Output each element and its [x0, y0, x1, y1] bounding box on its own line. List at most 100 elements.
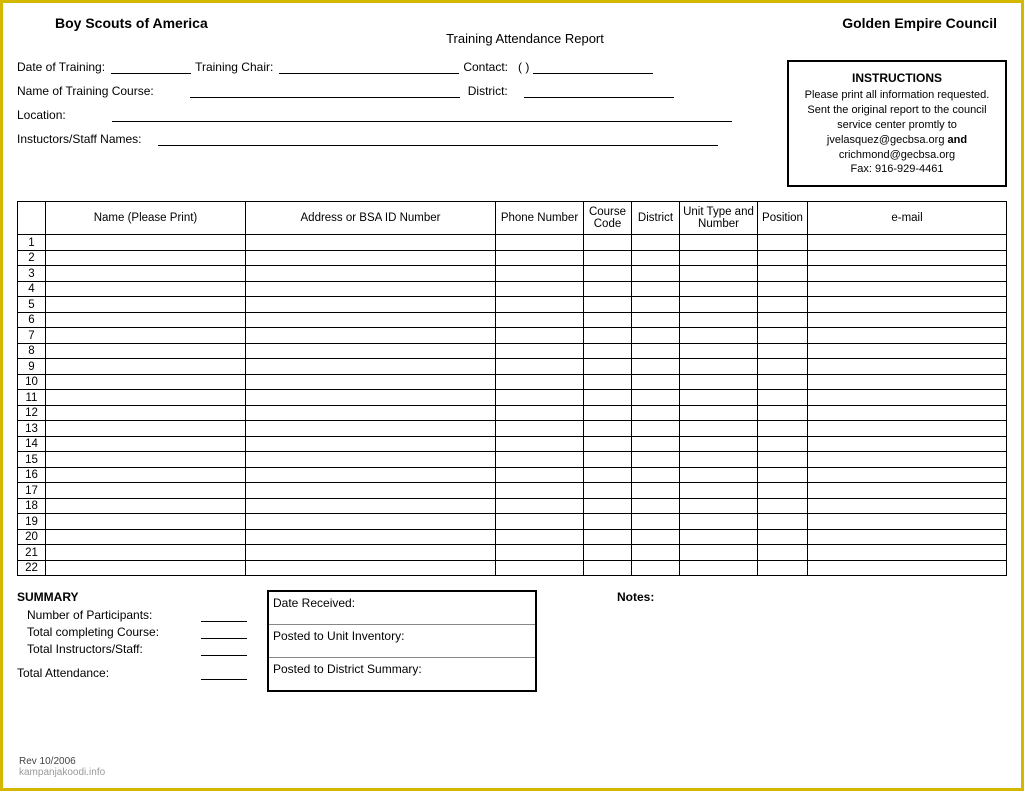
cell[interactable]: [680, 235, 758, 251]
cell[interactable]: [584, 343, 632, 359]
cell[interactable]: [632, 281, 680, 297]
cell[interactable]: [46, 483, 246, 499]
cell[interactable]: [632, 405, 680, 421]
cell[interactable]: [632, 452, 680, 468]
cell[interactable]: [808, 560, 1007, 576]
cell[interactable]: [758, 328, 808, 344]
cell[interactable]: [496, 467, 584, 483]
cell[interactable]: [46, 297, 246, 313]
cell[interactable]: [246, 436, 496, 452]
cell[interactable]: [46, 498, 246, 514]
cell[interactable]: [680, 467, 758, 483]
cell[interactable]: [246, 483, 496, 499]
cell[interactable]: [680, 514, 758, 530]
cell[interactable]: [808, 359, 1007, 375]
cell[interactable]: [680, 250, 758, 266]
cell[interactable]: [584, 529, 632, 545]
cell[interactable]: [246, 529, 496, 545]
cell[interactable]: [46, 467, 246, 483]
cell[interactable]: [496, 405, 584, 421]
cell[interactable]: [758, 405, 808, 421]
cell[interactable]: [758, 483, 808, 499]
cell[interactable]: [584, 266, 632, 282]
cell[interactable]: [46, 312, 246, 328]
cell[interactable]: [584, 235, 632, 251]
cell[interactable]: [584, 281, 632, 297]
cell[interactable]: [496, 359, 584, 375]
cell[interactable]: [680, 452, 758, 468]
cell[interactable]: [632, 436, 680, 452]
cell[interactable]: [632, 529, 680, 545]
cell[interactable]: [632, 374, 680, 390]
cell[interactable]: [496, 514, 584, 530]
cell[interactable]: [246, 452, 496, 468]
cell[interactable]: [680, 436, 758, 452]
cell[interactable]: [584, 421, 632, 437]
cell[interactable]: [246, 343, 496, 359]
cell[interactable]: [584, 328, 632, 344]
cell[interactable]: [46, 436, 246, 452]
cell[interactable]: [680, 297, 758, 313]
cell[interactable]: [680, 405, 758, 421]
cell[interactable]: [496, 312, 584, 328]
cell[interactable]: [758, 359, 808, 375]
summary-participants-field[interactable]: [201, 609, 247, 622]
cell[interactable]: [680, 343, 758, 359]
cell[interactable]: [246, 498, 496, 514]
cell[interactable]: [758, 498, 808, 514]
cell[interactable]: [758, 514, 808, 530]
cell[interactable]: [808, 343, 1007, 359]
cell[interactable]: [246, 560, 496, 576]
cell[interactable]: [808, 452, 1007, 468]
cell[interactable]: [246, 467, 496, 483]
cell[interactable]: [496, 452, 584, 468]
cell[interactable]: [632, 250, 680, 266]
cell[interactable]: [758, 560, 808, 576]
cell[interactable]: [680, 359, 758, 375]
cell[interactable]: [680, 312, 758, 328]
cell[interactable]: [808, 328, 1007, 344]
cell[interactable]: [584, 390, 632, 406]
cell[interactable]: [46, 529, 246, 545]
cell[interactable]: [46, 250, 246, 266]
cell[interactable]: [46, 560, 246, 576]
cell[interactable]: [632, 235, 680, 251]
contact-field[interactable]: [533, 60, 653, 74]
cell[interactable]: [246, 514, 496, 530]
date-field[interactable]: [111, 60, 191, 74]
cell[interactable]: [758, 467, 808, 483]
cell[interactable]: [46, 514, 246, 530]
cell[interactable]: [680, 374, 758, 390]
cell[interactable]: [584, 467, 632, 483]
cell[interactable]: [584, 297, 632, 313]
cell[interactable]: [808, 436, 1007, 452]
cell[interactable]: [808, 390, 1007, 406]
cell[interactable]: [632, 483, 680, 499]
location-field[interactable]: [112, 108, 732, 122]
cell[interactable]: [808, 545, 1007, 561]
cell[interactable]: [46, 343, 246, 359]
cell[interactable]: [46, 359, 246, 375]
cell[interactable]: [246, 266, 496, 282]
cell[interactable]: [246, 359, 496, 375]
cell[interactable]: [632, 560, 680, 576]
cell[interactable]: [496, 374, 584, 390]
cell[interactable]: [680, 483, 758, 499]
cell[interactable]: [680, 421, 758, 437]
cell[interactable]: [680, 390, 758, 406]
cell[interactable]: [632, 328, 680, 344]
cell[interactable]: [758, 545, 808, 561]
cell[interactable]: [584, 452, 632, 468]
cell[interactable]: [680, 281, 758, 297]
cell[interactable]: [632, 467, 680, 483]
cell[interactable]: [758, 343, 808, 359]
cell[interactable]: [584, 359, 632, 375]
cell[interactable]: [808, 467, 1007, 483]
cell[interactable]: [496, 560, 584, 576]
cell[interactable]: [46, 452, 246, 468]
summary-completing-field[interactable]: [201, 626, 247, 639]
course-field[interactable]: [190, 84, 460, 98]
cell[interactable]: [632, 266, 680, 282]
cell[interactable]: [680, 498, 758, 514]
cell[interactable]: [46, 421, 246, 437]
